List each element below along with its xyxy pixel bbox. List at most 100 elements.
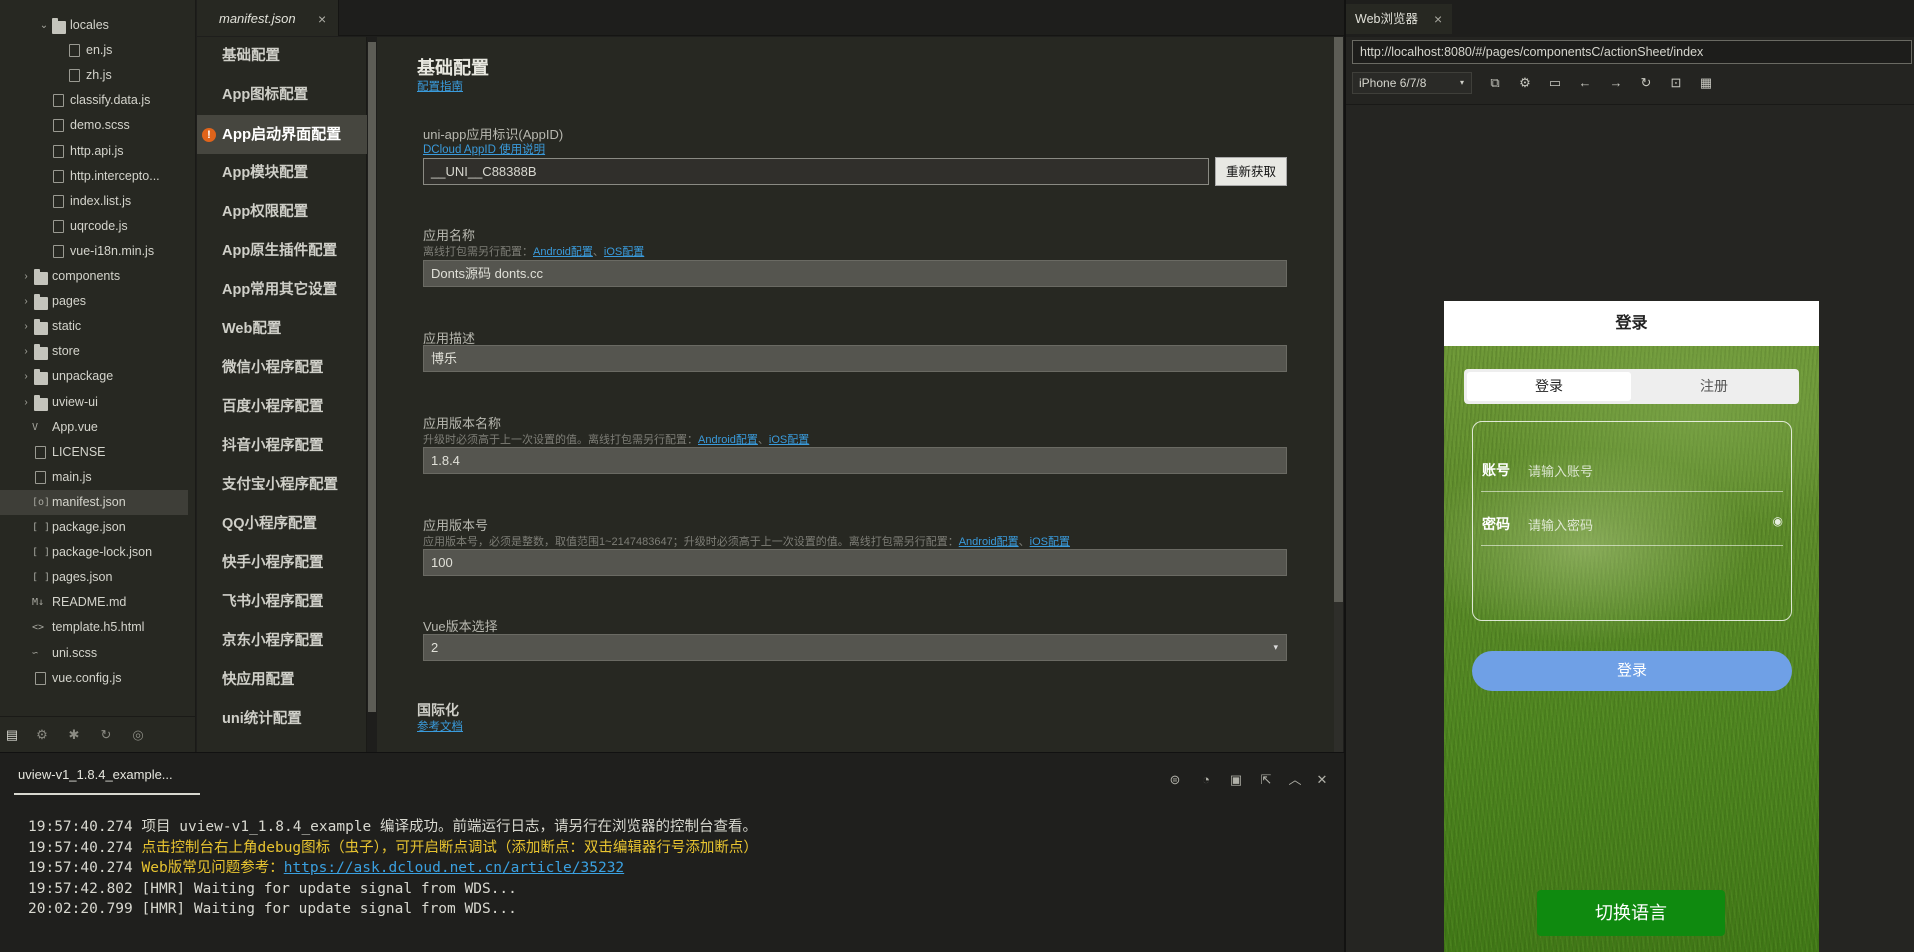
settings-nav-item[interactable]: 京东小程序配置 <box>197 622 367 661</box>
settings-icon[interactable]: ⚙ <box>1516 74 1534 92</box>
source-control-icon[interactable]: ↻ <box>98 727 114 743</box>
settings-nav-item[interactable]: 基础配置 <box>197 37 367 76</box>
switch-language-button[interactable]: 切换语言 <box>1537 890 1725 936</box>
tree-item[interactable]: <> template.h5.html <box>0 615 195 640</box>
settings-nav-item[interactable]: 快手小程序配置 <box>197 544 367 583</box>
file-tree-icon[interactable]: ▤ <box>4 727 20 743</box>
tree-item[interactable]: [ ] pages.json <box>0 565 195 590</box>
tree-item[interactable]: [ ] package-lock.json <box>0 540 195 565</box>
console-tab[interactable]: uview-v1_1.8.4_example... <box>14 763 200 795</box>
settings-nav-item[interactable]: 支付宝小程序配置 <box>197 466 367 505</box>
refresh-appid-button[interactable]: 重新获取 <box>1215 157 1287 186</box>
i18n-doc-link[interactable]: 参考文档 <box>417 718 463 734</box>
console-link[interactable]: https://ask.dcloud.net.cn/article/35232 <box>284 860 624 876</box>
chevron-right-icon[interactable]: › <box>20 264 32 289</box>
settings-nav-item[interactable]: ! App启动界面配置 <box>197 115 367 154</box>
settings-nav-item[interactable]: App图标配置 <box>197 76 367 115</box>
close-icon[interactable]: × <box>1434 4 1442 34</box>
appid-field[interactable]: __UNI__C88388B <box>423 158 1209 185</box>
tree-item[interactable]: LICENSE <box>0 440 195 465</box>
android-config-link[interactable]: Android配置 <box>959 536 1019 548</box>
close-icon[interactable]: × <box>318 0 326 38</box>
debug-icon[interactable]: ✱ <box>66 727 82 743</box>
vue-version-select[interactable]: 2 ▾ <box>423 634 1287 661</box>
chevron-right-icon[interactable]: › <box>20 314 32 339</box>
settings-nav-item[interactable]: 抖音小程序配置 <box>197 427 367 466</box>
forward-icon[interactable]: → <box>1607 74 1625 92</box>
collapse-up-icon[interactable]: ︿ <box>1286 771 1304 789</box>
android-config-link[interactable]: Android配置 <box>533 246 593 258</box>
tree-item[interactable]: › uview-ui <box>0 390 195 415</box>
app-name-field[interactable]: Donts源码 donts.cc <box>423 260 1287 287</box>
export-icon[interactable]: ⇱ <box>1257 771 1275 789</box>
account-input[interactable]: 请输入账号 <box>1528 461 1593 480</box>
tree-item[interactable]: demo.scss <box>0 113 195 138</box>
settings-nav-item[interactable]: QQ小程序配置 <box>197 505 367 544</box>
tree-item[interactable]: en.js <box>0 38 195 63</box>
ios-config-link[interactable]: iOS配置 <box>769 434 809 446</box>
settings-nav-item[interactable]: 快应用配置 <box>197 661 367 700</box>
ios-config-link[interactable]: iOS配置 <box>1030 536 1070 548</box>
console-icon[interactable]: ▭ <box>1546 74 1564 92</box>
tree-item[interactable]: http.intercepto... <box>0 164 195 189</box>
eye-icon[interactable]: ◉ <box>1773 514 1783 528</box>
clear-icon[interactable]: ⊜ <box>1166 771 1184 789</box>
version-code-field[interactable]: 100 <box>423 549 1287 576</box>
password-input[interactable]: 请输入密码 <box>1528 515 1593 534</box>
tree-item[interactable]: V App.vue <box>0 415 195 440</box>
android-config-link[interactable]: Android配置 <box>698 434 758 446</box>
lock-icon[interactable]: ⊡ <box>1667 74 1685 92</box>
seg-login[interactable]: 登录 <box>1467 372 1631 401</box>
settings-nav-item[interactable]: 微信小程序配置 <box>197 349 367 388</box>
appid-help-link[interactable]: DCloud AppID 使用说明 <box>423 141 545 157</box>
scrollbar-thumb[interactable] <box>1334 37 1343 602</box>
tree-item[interactable]: classify.data.js <box>0 88 195 113</box>
tree-item[interactable]: › static <box>0 314 195 339</box>
tree-item[interactable]: ⌄ locales <box>0 13 195 38</box>
tree-item[interactable]: vue-i18n.min.js <box>0 239 195 264</box>
config-guide-link[interactable]: 配置指南 <box>417 78 463 94</box>
settings-nav-item[interactable]: uni统计配置 <box>197 700 367 739</box>
tree-item[interactable]: › store <box>0 339 195 364</box>
scrollbar-thumb[interactable] <box>368 42 376 712</box>
chevron-down-icon[interactable]: ⌄ <box>38 13 50 38</box>
plugin-icon[interactable]: ⚙ <box>34 727 50 743</box>
tree-item[interactable]: M↓ README.md <box>0 590 195 615</box>
tree-item[interactable]: › components <box>0 264 195 289</box>
ios-config-link[interactable]: iOS配置 <box>604 246 644 258</box>
qrcode-icon[interactable]: ▦ <box>1697 74 1715 92</box>
settings-nav-item[interactable]: Web配置 <box>197 310 367 349</box>
settings-nav-item[interactable]: App常用其它设置 <box>197 271 367 310</box>
stop-icon[interactable]: ◔ <box>1197 771 1215 789</box>
back-icon[interactable]: ← <box>1576 74 1594 92</box>
screenshot-icon[interactable]: ⧉ <box>1486 74 1504 92</box>
tree-item[interactable]: uqrcode.js <box>0 214 195 239</box>
tree-item[interactable]: [ ] package.json <box>0 515 195 540</box>
tab-manifest-json[interactable]: manifest.json × <box>197 0 339 36</box>
settings-nav-item[interactable]: 飞书小程序配置 <box>197 583 367 622</box>
chevron-right-icon[interactable]: › <box>20 289 32 314</box>
tree-item[interactable]: main.js <box>0 465 195 490</box>
url-bar[interactable]: http://localhost:8080/#/pages/components… <box>1352 40 1912 64</box>
settings-nav-scrollbar[interactable] <box>368 42 376 712</box>
close-x-icon[interactable]: ✕ <box>1313 771 1331 789</box>
tree-item[interactable]: › unpackage <box>0 364 195 389</box>
tree-item[interactable]: [o] manifest.json <box>0 489 188 515</box>
settings-nav-item[interactable]: 百度小程序配置 <box>197 388 367 427</box>
tab-web-browser[interactable]: Web浏览器 × <box>1346 4 1452 34</box>
tree-item[interactable]: ∽ uni.scss <box>0 641 195 666</box>
tree-item[interactable]: › pages <box>0 289 195 314</box>
tree-item[interactable]: index.list.js <box>0 189 195 214</box>
settings-nav-item[interactable]: App原生插件配置 <box>197 232 367 271</box>
tree-item[interactable]: zh.js <box>0 63 195 88</box>
settings-nav-item[interactable]: App权限配置 <box>197 193 367 232</box>
password-field[interactable]: 密码 请输入密码 ◉ <box>1481 506 1783 546</box>
tree-item[interactable]: http.api.js <box>0 139 195 164</box>
chevron-right-icon[interactable]: › <box>20 339 32 364</box>
chevron-right-icon[interactable]: › <box>20 364 32 389</box>
seg-register[interactable]: 注册 <box>1632 372 1796 401</box>
tree-item[interactable]: vue.config.js <box>0 666 195 691</box>
restore-icon[interactable]: ▣ <box>1227 771 1245 789</box>
version-name-field[interactable]: 1.8.4 <box>423 447 1287 474</box>
account-field[interactable]: 账号 请输入账号 <box>1481 452 1783 492</box>
